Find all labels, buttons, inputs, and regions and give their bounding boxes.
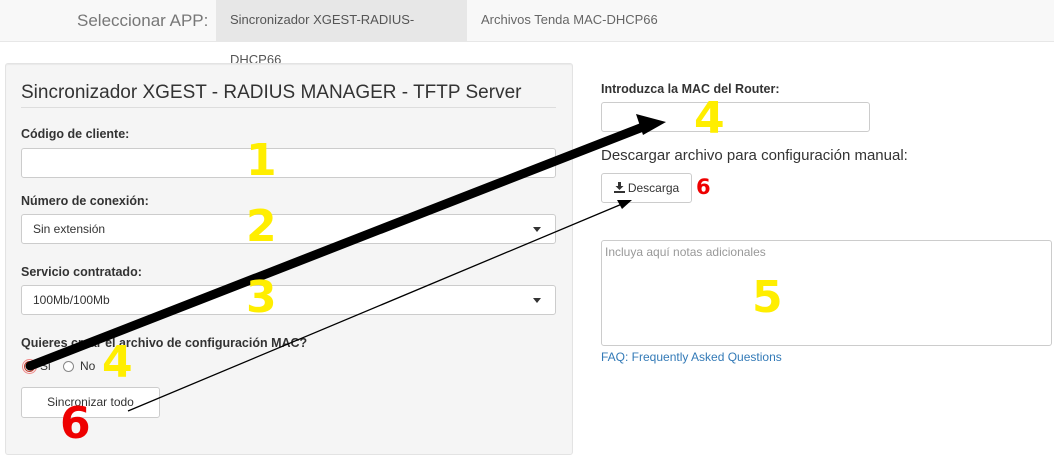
annotation-6-right: 6 [696, 175, 711, 199]
annotation-3: 3 [246, 272, 277, 323]
annotation-arrows [25, 114, 666, 412]
arrow-to-mac-input [25, 120, 653, 371]
annotation-4-left: 4 [102, 337, 133, 388]
annotation-5: 5 [752, 272, 783, 323]
annotation-1: 1 [246, 135, 277, 186]
annotation-2: 2 [246, 201, 277, 252]
annotation-6-left: 6 [60, 398, 91, 449]
annotation-4-right: 4 [694, 93, 725, 144]
